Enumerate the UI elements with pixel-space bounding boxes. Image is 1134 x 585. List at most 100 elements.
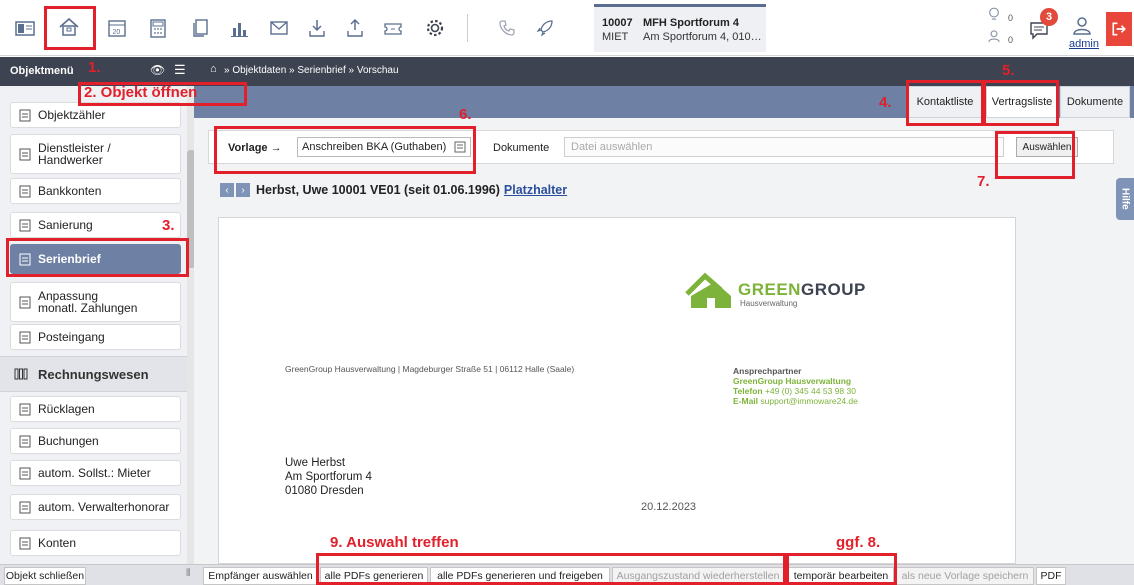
contact-company: GreenGroup Hausverwaltung [733, 376, 852, 386]
documents-label: Dokumente [493, 142, 550, 154]
toolbar-divider [467, 14, 468, 42]
logo-subtitle: Hausverwaltung [740, 299, 798, 308]
sidebar-item-label: Dienstleister / Handwerker [38, 141, 111, 167]
download-icon[interactable] [304, 14, 330, 42]
pdf-button[interactable]: PDF [1036, 567, 1066, 585]
sidebar-item-sanierung[interactable]: Sanierung [10, 212, 181, 238]
object-address: Am Sportforum 4, 010… [643, 31, 762, 43]
sender-line: GreenGroup Hausverwaltung | Magdeburger … [285, 364, 575, 374]
help-side-tab[interactable]: Hilfe [1116, 178, 1134, 220]
calculator-icon[interactable] [145, 14, 171, 42]
sidebar-item-posteingang[interactable]: Posteingang [10, 324, 181, 350]
phone-icon[interactable] [494, 14, 520, 42]
top-toolbar: 20 10007 MIET MFH Sportforum 4 Am Sportf… [0, 0, 1134, 56]
sidebar: Objektzähler Dienstleister / Handwerker … [0, 86, 194, 564]
sidebar-item-ruecklagen[interactable]: Rücklagen [10, 396, 181, 422]
contact-block: Ansprechpartner GreenGroup Hausverwaltun… [733, 366, 858, 406]
next-recipient-button[interactable]: › [236, 183, 250, 197]
letter-preview: GREENGROUP Hausverwaltung GreenGroup Hau… [218, 217, 1016, 564]
annotation-box-6 [214, 126, 476, 174]
logo-text-green: GREEN [738, 280, 801, 299]
visibility-icon[interactable]: 👁 [150, 63, 165, 77]
logout-button[interactable] [1106, 12, 1132, 46]
select-recipients-button[interactable]: Empfänger auswählen [203, 567, 318, 585]
ledger-icon [14, 368, 28, 380]
grid-view-icon[interactable] [12, 14, 38, 42]
user-icon[interactable] [1069, 12, 1095, 40]
phone-number: +49 (0) 345 44 53 98 30 [764, 386, 856, 396]
document-icon [19, 537, 31, 549]
previous-recipient-button[interactable]: ‹ [220, 183, 234, 197]
address-city: 01080 Dresden [285, 485, 364, 497]
gear-icon[interactable] [422, 14, 448, 42]
annotation-box-8 [786, 553, 897, 585]
letter-date: 20.12.2023 [641, 501, 697, 513]
sidebar-item-sollstellung-mieter[interactable]: autom. Sollst.: Mieter [10, 460, 181, 486]
sidebar-item-konten[interactable]: Konten [10, 530, 181, 556]
copy-icon[interactable] [187, 14, 213, 42]
object-number: 10007 [602, 17, 633, 29]
logo-text-dark: GROUP [800, 280, 866, 299]
annotation-label-3: 3. [162, 217, 175, 234]
notification-badge: 3 [1040, 8, 1058, 26]
object-menu-title: Objektmenü [10, 65, 74, 77]
placeholder-link[interactable]: Platzhalter [504, 183, 567, 197]
recipient-row: ‹ › Herbst, Uwe 10001 VE01 (seit 01.06.1… [220, 182, 567, 198]
breadcrumb[interactable]: » Objektdaten » Serienbrief » Vorschau [224, 65, 399, 76]
sidebar-item-anpassung[interactable]: Anpassung monatl. Zahlungen [10, 282, 181, 322]
sidebar-item-dienstleister[interactable]: Dienstleister / Handwerker [10, 134, 181, 174]
sidebar-item-verwalterhonorar[interactable]: autom. Verwalterhonorar [10, 494, 181, 520]
logout-icon [1112, 22, 1126, 36]
current-object-card[interactable]: 10007 MIET MFH Sportforum 4 Am Sportforu… [594, 4, 766, 52]
counter-2: 0 [1008, 35, 1014, 45]
calendar-icon[interactable]: 20 [104, 14, 130, 42]
annotation-label-9: 9. Auswahl treffen [330, 534, 459, 551]
lightbulb-icon[interactable] [986, 6, 1002, 22]
rocket-icon[interactable] [532, 14, 558, 42]
user-group-icon[interactable] [986, 28, 1002, 44]
sidebar-item-bankkonten[interactable]: Bankkonten [10, 178, 181, 204]
user-link[interactable]: admin [1069, 38, 1099, 50]
object-type: MIET [602, 31, 629, 43]
document-icon [19, 296, 31, 308]
annotation-label-8: ggf. 8. [836, 534, 881, 551]
resize-handle-icon[interactable]: ⦀ [186, 568, 190, 579]
sidebar-group-rechnungswesen[interactable]: Rechnungswesen [0, 356, 194, 392]
annotation-label-2: 2. Objekt öffnen [84, 84, 198, 101]
document-icon [19, 185, 31, 197]
annotation-box-9 [316, 553, 786, 585]
house-logo-icon [685, 272, 731, 308]
sidebar-item-label: Posteingang [38, 330, 105, 344]
ticket-icon[interactable] [380, 14, 406, 42]
annotation-label-6: 6. [459, 106, 472, 123]
sidebar-item-label: Sanierung [38, 218, 93, 232]
sidebar-item-label: Bankkonten [38, 184, 102, 198]
file-select-input[interactable]: Datei auswählen [564, 137, 1004, 157]
sidebar-item-label: Anpassung monatl. Zahlungen [38, 289, 138, 315]
contact-title: Ansprechpartner [733, 366, 802, 376]
address-street: Am Sportforum 4 [285, 471, 372, 483]
menu-toggle-icon[interactable]: ☰ [174, 62, 186, 78]
sidebar-item-label: autom. Sollst.: Mieter [38, 466, 151, 480]
upload-icon[interactable] [342, 14, 368, 42]
address-name: Uwe Herbst [285, 457, 346, 469]
sidebar-item-label: Objektzähler [38, 108, 106, 122]
document-icon [19, 435, 31, 447]
tab-dokumente[interactable]: Dokumente [1060, 86, 1130, 118]
bar-chart-icon[interactable] [226, 14, 252, 42]
sidebar-item-buchungen[interactable]: Buchungen [10, 428, 181, 454]
sidebar-item-label: Konten [38, 536, 77, 550]
save-as-template-button[interactable]: als neue Vorlage speichern [896, 567, 1034, 585]
email-address: support@immoware24.de [760, 396, 858, 406]
close-object-button[interactable]: Objekt schließen [4, 567, 86, 585]
sidebar-item-label: autom. Verwalterhonorar [38, 500, 170, 514]
counter-1: 0 [1008, 13, 1014, 23]
phone-label: Telefon [733, 386, 763, 396]
email-label: E-Mail [733, 396, 759, 406]
home-breadcrumb-icon[interactable]: ⌂ [210, 63, 217, 75]
annotation-box-4 [906, 80, 984, 126]
svg-text:20: 20 [113, 29, 121, 36]
mail-icon[interactable] [266, 14, 292, 42]
annotation-box-1 [44, 6, 96, 50]
document-icon [19, 219, 31, 231]
